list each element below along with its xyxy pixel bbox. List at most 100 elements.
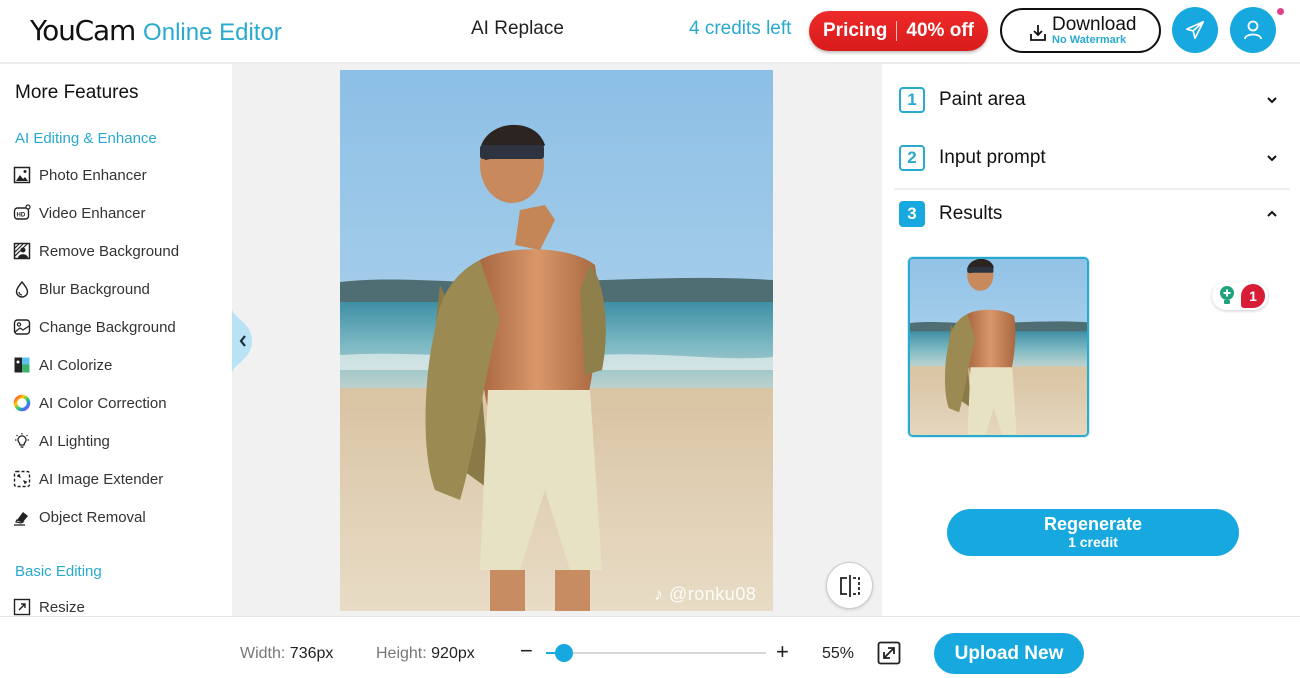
zoom-slider-thumb[interactable] — [554, 644, 573, 662]
sidebar-item-change-background[interactable]: Change Background — [12, 316, 176, 338]
droplet-icon — [12, 279, 32, 299]
sidebar-title: More Features — [15, 82, 139, 103]
step-label: Paint area — [939, 89, 1026, 110]
credits-left: 4 credits left — [689, 18, 792, 39]
regenerate-label: Regenerate — [1043, 513, 1143, 534]
logo-subtitle: Online Editor — [143, 19, 282, 46]
image-extender-icon — [12, 469, 32, 489]
result-image — [910, 259, 1087, 435]
sidebar-item-ai-lighting[interactable]: AI Lighting — [12, 430, 110, 452]
download-label: Download — [1052, 14, 1137, 35]
change-background-icon — [12, 317, 32, 337]
tips-count: 1 — [1241, 284, 1265, 308]
chevron-down-icon — [1267, 155, 1277, 162]
logo[interactable]: YouCam Online Editor — [30, 14, 282, 47]
tiktok-watermark: ♪ @ronku08 — [654, 584, 757, 604]
color-wheel-icon — [12, 393, 32, 413]
tips-badge[interactable]: 1 — [1212, 282, 1268, 310]
sidebar-item-ai-image-extender[interactable]: AI Image Extender — [12, 468, 163, 490]
sidebar-item-label: AI Image Extender — [39, 470, 164, 488]
step-number: 3 — [899, 201, 925, 227]
paper-plane-icon — [1185, 20, 1205, 40]
sidebar-item-label: Remove Background — [39, 242, 180, 260]
zoom-slider[interactable] — [546, 644, 766, 662]
sidebar-item-label: AI Colorize — [39, 356, 113, 374]
step-label: Results — [939, 203, 1003, 224]
image-height: Height: 920px — [376, 645, 475, 662]
pricing-label: Pricing — [823, 20, 888, 41]
user-icon — [1244, 20, 1262, 40]
main-photo[interactable] — [340, 70, 773, 611]
panel-divider — [894, 188, 1290, 190]
lightbulb-icon — [12, 431, 32, 451]
sidebar-item-ai-colorize[interactable]: AI Colorize — [12, 354, 112, 376]
resize-icon — [12, 597, 32, 616]
sidebar-item-label: Video Enhancer — [39, 204, 146, 222]
step-number: 1 — [899, 87, 925, 113]
step-label: Input prompt — [939, 147, 1046, 168]
regenerate-button[interactable]: Regenerate 1 credit — [947, 509, 1239, 556]
upload-new-button[interactable]: Upload New — [934, 633, 1084, 674]
lightbulb-plus-icon — [1220, 286, 1234, 304]
download-sublabel: No Watermark — [1052, 34, 1127, 46]
send-button[interactable] — [1172, 7, 1218, 53]
sidebar-item-remove-background[interactable]: Remove Background — [12, 240, 179, 262]
notification-dot — [1277, 8, 1284, 15]
compare-button[interactable] — [826, 562, 873, 609]
video-enhancer-icon: HD — [12, 203, 32, 223]
colorize-icon — [12, 355, 32, 375]
step-paint-area[interactable]: 1 Paint area — [899, 87, 1279, 113]
chevron-up-icon — [1267, 210, 1277, 217]
editor-canvas: ♪ @ronku08 — [232, 64, 882, 616]
user-account-button[interactable] — [1230, 7, 1276, 53]
sidebar-item-label: Change Background — [39, 318, 176, 336]
zoom-percent: 55% — [822, 645, 855, 662]
step-number: 2 — [899, 145, 925, 171]
chevron-down-icon — [1267, 97, 1277, 104]
image-height-value: 920px — [431, 645, 475, 662]
top-header: YouCam Online Editor AI Replace 4 credit… — [0, 0, 1300, 64]
step-results[interactable]: 3 Results — [899, 201, 1279, 227]
collapse-sidebar-button[interactable] — [232, 308, 254, 374]
sidebar-section-basic-editing: Basic Editing — [15, 563, 102, 580]
remove-background-icon — [12, 241, 32, 261]
step-input-prompt[interactable]: 2 Input prompt — [899, 145, 1279, 171]
tiktok-icon: ♪ — [654, 584, 664, 604]
sidebar-item-label: Resize — [39, 598, 85, 616]
photo-image — [340, 70, 773, 611]
compare-icon — [839, 574, 860, 597]
sidebar-item-object-removal[interactable]: Object Removal — [12, 506, 146, 528]
zoom-in-button[interactable]: + — [776, 639, 789, 665]
sidebar-item-label: AI Lighting — [39, 432, 110, 450]
expand-icon — [877, 641, 901, 665]
eraser-icon — [12, 507, 32, 527]
sidebar-section-ai-editing: AI Editing & Enhance — [15, 130, 157, 147]
pricing-separator — [896, 21, 898, 41]
image-width: Width: 736px — [240, 645, 334, 662]
svg-text:HD: HD — [17, 213, 26, 219]
zoom-out-button[interactable]: − — [520, 638, 533, 664]
regenerate-cost: 1 credit — [1068, 533, 1118, 550]
sidebar-item-blur-background[interactable]: Blur Background — [12, 278, 150, 300]
sidebar-item-photo-enhancer[interactable]: Photo Enhancer — [12, 164, 147, 186]
sidebar-item-label: AI Color Correction — [39, 394, 167, 412]
pricing-button[interactable]: Pricing 40% off — [809, 11, 988, 51]
image-width-value: 736px — [289, 645, 334, 662]
sidebar-item-ai-color-correction[interactable]: AI Color Correction — [12, 392, 167, 414]
sidebar-item-video-enhancer[interactable]: HD Video Enhancer — [12, 202, 145, 224]
download-icon — [1030, 24, 1046, 41]
logo-wordmark: YouCam — [30, 14, 136, 47]
download-button[interactable]: Download No Watermark — [1000, 8, 1161, 53]
bottom-toolbar: Width: 736px Height: 920px − + 55% Uploa… — [0, 616, 1300, 678]
result-thumbnail[interactable] — [908, 257, 1089, 437]
sidebar-item-label: Photo Enhancer — [39, 166, 147, 184]
pricing-discount: 40% off — [906, 20, 974, 41]
photo-enhancer-icon — [12, 165, 32, 185]
sidebar-item-label: Blur Background — [39, 280, 150, 298]
steps-panel: 1 Paint area 2 Input prompt 3 Results 1 … — [882, 64, 1300, 616]
sidebar-item-label: Object Removal — [39, 508, 146, 526]
fit-screen-button[interactable] — [877, 641, 901, 665]
page-title: AI Replace — [471, 18, 564, 39]
sidebar-item-resize[interactable]: Resize — [12, 596, 85, 616]
features-sidebar: More Features AI Editing & Enhance Photo… — [0, 64, 232, 616]
